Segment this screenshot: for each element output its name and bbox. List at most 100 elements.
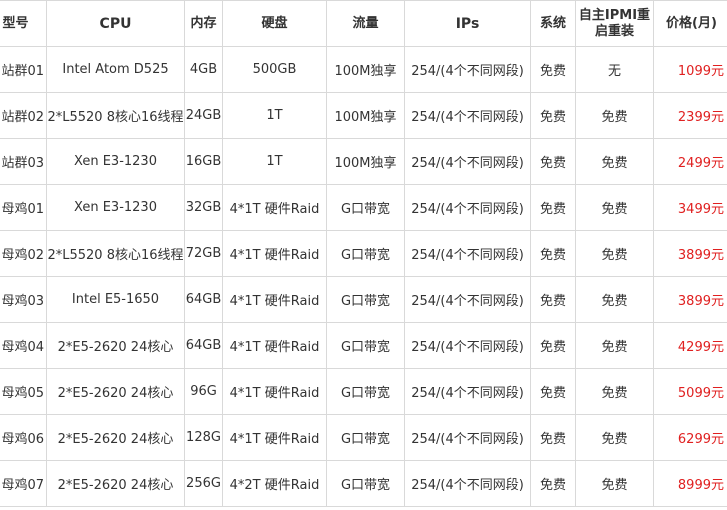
- cell-disk: 4*1T 硬件Raid: [222, 230, 327, 277]
- cell-disk: 1T: [222, 138, 327, 185]
- cell-cpu: 2*E5-2620 24核心: [46, 322, 185, 369]
- cell-traffic: G口带宽: [326, 322, 405, 369]
- cell-disk: 4*1T 硬件Raid: [222, 368, 327, 415]
- cell-disk: 4*1T 硬件Raid: [222, 414, 327, 461]
- cell-price: 5099元: [653, 368, 727, 415]
- cell-disk: 4*1T 硬件Raid: [222, 322, 327, 369]
- cell-model: 母鸡01: [0, 184, 47, 231]
- cell-ipmi: 免费: [575, 368, 654, 415]
- cell-traffic: G口带宽: [326, 460, 405, 507]
- cell-traffic: G口带宽: [326, 276, 405, 323]
- table-row: 母鸡07 2*E5-2620 24核心 256G 4*2T 硬件Raid G口带宽 254…: [0, 460, 727, 507]
- table-row: 母鸡05 2*E5-2620 24核心 96G 4*1T 硬件Raid G口带宽 254/…: [0, 368, 727, 415]
- header-disk: 硬盘: [222, 0, 327, 47]
- cell-price: 1099元: [653, 46, 727, 93]
- cell-ips: 254/(4个不同网段): [404, 184, 531, 231]
- table-row: 母鸡01 Xen E3-1230 32GB 4*1T 硬件Raid G口带宽 254/(4…: [0, 184, 727, 231]
- header-ips: IPs: [404, 0, 531, 47]
- cell-disk: 1T: [222, 92, 327, 139]
- cell-ipmi: 免费: [575, 322, 654, 369]
- cell-traffic: 100M独享: [326, 138, 405, 185]
- server-pricing-table: 型号 CPU 内存 硬盘 流量 IPs 系统 自主IPMI重启重装 价格(月) …: [0, 0, 727, 507]
- cell-ips: 254/(4个不同网段): [404, 230, 531, 277]
- cell-ips: 254/(4个不同网段): [404, 138, 531, 185]
- cell-system: 免费: [530, 460, 576, 507]
- cell-price: 2499元: [653, 138, 727, 185]
- cell-model: 母鸡07: [0, 460, 47, 507]
- cell-system: 免费: [530, 138, 576, 185]
- header-price: 价格(月): [653, 0, 727, 47]
- cell-cpu: 2*L5520 8核心16线程: [46, 92, 185, 139]
- cell-disk: 4*1T 硬件Raid: [222, 276, 327, 323]
- cell-ipmi: 无: [575, 46, 654, 93]
- cell-traffic: G口带宽: [326, 184, 405, 231]
- cell-model: 站群03: [0, 138, 47, 185]
- cell-ips: 254/(4个不同网段): [404, 46, 531, 93]
- table-row: 母鸡04 2*E5-2620 24核心 64GB 4*1T 硬件Raid G口带宽 254…: [0, 322, 727, 369]
- header-traffic: 流量: [326, 0, 405, 47]
- cell-cpu: Xen E3-1230: [46, 138, 185, 185]
- cell-price: 3899元: [653, 230, 727, 277]
- cell-system: 免费: [530, 46, 576, 93]
- cell-cpu: 2*E5-2620 24核心: [46, 460, 185, 507]
- cell-traffic: G口带宽: [326, 368, 405, 415]
- pricing-table-container: 型号 CPU 内存 硬盘 流量 IPs 系统 自主IPMI重启重装 价格(月) …: [0, 0, 727, 507]
- cell-traffic: G口带宽: [326, 230, 405, 277]
- cell-memory: 256G: [184, 460, 223, 507]
- cell-memory: 72GB: [184, 230, 223, 277]
- cell-memory: 32GB: [184, 184, 223, 231]
- cell-memory: 64GB: [184, 276, 223, 323]
- cell-model: 母鸡04: [0, 322, 47, 369]
- header-model: 型号: [0, 0, 47, 47]
- cell-ips: 254/(4个不同网段): [404, 322, 531, 369]
- cell-ipmi: 免费: [575, 184, 654, 231]
- cell-ips: 254/(4个不同网段): [404, 414, 531, 461]
- cell-cpu: 2*L5520 8核心16线程: [46, 230, 185, 277]
- cell-cpu: Intel Atom D525: [46, 46, 185, 93]
- cell-disk: 500GB: [222, 46, 327, 93]
- cell-ipmi: 免费: [575, 230, 654, 277]
- cell-memory: 128G: [184, 414, 223, 461]
- cell-system: 免费: [530, 414, 576, 461]
- cell-memory: 16GB: [184, 138, 223, 185]
- cell-price: 6299元: [653, 414, 727, 461]
- cell-system: 免费: [530, 322, 576, 369]
- cell-ips: 254/(4个不同网段): [404, 92, 531, 139]
- header-row: 型号 CPU 内存 硬盘 流量 IPs 系统 自主IPMI重启重装 价格(月): [0, 0, 727, 47]
- cell-model: 母鸡03: [0, 276, 47, 323]
- cell-memory: 64GB: [184, 322, 223, 369]
- table-row: 站群03 Xen E3-1230 16GB 1T 100M独享 254/(4个不同网段) 免…: [0, 138, 727, 185]
- cell-system: 免费: [530, 276, 576, 323]
- table-row: 母鸡06 2*E5-2620 24核心 128G 4*1T 硬件Raid G口带宽 254…: [0, 414, 727, 461]
- cell-price: 8999元: [653, 460, 727, 507]
- cell-system: 免费: [530, 92, 576, 139]
- cell-traffic: G口带宽: [326, 414, 405, 461]
- cell-ips: 254/(4个不同网段): [404, 460, 531, 507]
- cell-cpu: Xen E3-1230: [46, 184, 185, 231]
- cell-price: 3499元: [653, 184, 727, 231]
- table-row: 母鸡02 2*L5520 8核心16线程 72GB 4*1T 硬件Raid G口带宽 25…: [0, 230, 727, 277]
- cell-memory: 4GB: [184, 46, 223, 93]
- header-cpu: CPU: [46, 0, 185, 47]
- table-body: 站群01 Intel Atom D525 4GB 500GB 100M独享 254/(4个…: [0, 46, 727, 507]
- cell-system: 免费: [530, 368, 576, 415]
- cell-model: 母鸡05: [0, 368, 47, 415]
- cell-price: 3899元: [653, 276, 727, 323]
- header-ipmi: 自主IPMI重启重装: [575, 0, 654, 47]
- cell-cpu: 2*E5-2620 24核心: [46, 368, 185, 415]
- cell-model: 母鸡02: [0, 230, 47, 277]
- cell-price: 2399元: [653, 92, 727, 139]
- table-row: 站群01 Intel Atom D525 4GB 500GB 100M独享 254/(4个…: [0, 46, 727, 93]
- cell-system: 免费: [530, 184, 576, 231]
- cell-system: 免费: [530, 230, 576, 277]
- cell-memory: 96G: [184, 368, 223, 415]
- header-memory: 内存: [184, 0, 223, 47]
- cell-cpu: Intel E5-1650: [46, 276, 185, 323]
- cell-model: 站群01: [0, 46, 47, 93]
- table-header: 型号 CPU 内存 硬盘 流量 IPs 系统 自主IPMI重启重装 价格(月): [0, 0, 727, 47]
- cell-ipmi: 免费: [575, 460, 654, 507]
- cell-cpu: 2*E5-2620 24核心: [46, 414, 185, 461]
- cell-disk: 4*2T 硬件Raid: [222, 460, 327, 507]
- cell-ips: 254/(4个不同网段): [404, 368, 531, 415]
- header-system: 系统: [530, 0, 576, 47]
